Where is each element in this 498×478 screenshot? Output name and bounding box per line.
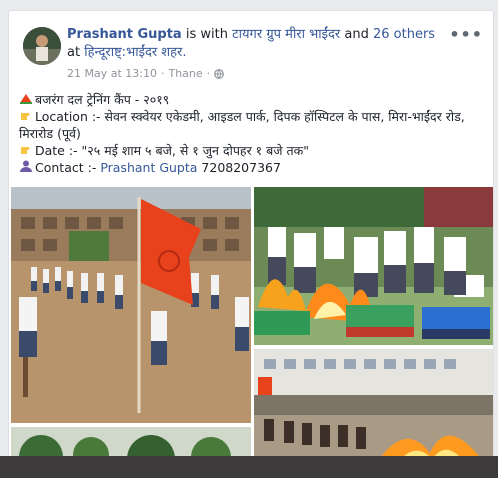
at-text: at xyxy=(67,45,81,60)
text-line-2: Location :- सेवन स्क्वेयर एकेडमी, आइडल प… xyxy=(19,108,465,141)
post-date[interactable]: 21 May at 13:10 xyxy=(67,67,157,80)
and-text: and xyxy=(344,27,369,42)
photo-training-ground[interactable] xyxy=(11,187,251,423)
more-options-icon[interactable]: ••• xyxy=(449,25,483,44)
avatar[interactable] xyxy=(23,27,61,65)
bottom-bar xyxy=(0,456,498,478)
pointing-hand-icon xyxy=(19,142,35,159)
photo-fire-training[interactable] xyxy=(254,187,493,345)
contact-phone: 7208207367 xyxy=(201,160,281,175)
camp-icon xyxy=(19,91,35,108)
post-place[interactable]: Thane xyxy=(168,67,202,80)
pointing-hand-icon xyxy=(19,108,35,125)
text-line-3: Date :- "२५ मई शाम ५ बजे, से १ जुन दोपहर… xyxy=(19,142,485,159)
post-card: Prashant Gupta is with टायगर ग्रुप मीरा … xyxy=(8,10,494,472)
with-text: is with xyxy=(185,27,228,42)
post-header: Prashant Gupta is with टायगर ग्रुप मीरा … xyxy=(67,26,447,62)
person-icon xyxy=(19,159,35,176)
globe-icon[interactable] xyxy=(214,68,225,79)
author-name[interactable]: Prashant Gupta xyxy=(67,27,182,42)
post-text: बजरंग दल ट्रेनिंग कैंप - २०१९ Location :… xyxy=(19,91,485,176)
photo-fire-jump[interactable] xyxy=(254,349,493,469)
post-meta: 21 May at 13:10 · Thane · xyxy=(67,67,225,80)
tagged-group-link[interactable]: टायगर ग्रुप मीरा भाईंदर xyxy=(232,27,340,42)
text-line-1: बजरंग दल ट्रेनिंग कैंप - २०१९ xyxy=(19,91,485,108)
location-link[interactable]: हिन्दूराष्ट्:भाईंदर शहर. xyxy=(84,45,186,60)
text-line-4: Contact :- Prashant Gupta 7208207367 xyxy=(19,159,485,176)
others-link[interactable]: 26 others xyxy=(373,27,435,42)
photo-grid xyxy=(9,187,493,471)
contact-name-link[interactable]: Prashant Gupta xyxy=(100,160,197,175)
